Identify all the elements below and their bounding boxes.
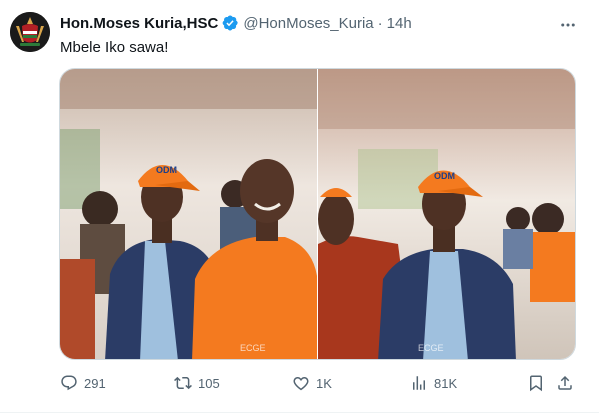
photo-2-watermark: ECGE — [418, 343, 444, 353]
photo-2-image: ODM ECGE — [318, 69, 575, 359]
tweet-header: Hon.Moses Kuria,HSC @HonMoses_Kuria · 14… — [60, 14, 412, 32]
tweet-card[interactable]: Hon.Moses Kuria,HSC @HonMoses_Kuria · 14… — [0, 0, 599, 416]
repost-count: 105 — [198, 375, 220, 391]
separator-dot: · — [377, 14, 383, 32]
like-count: 1K — [316, 375, 332, 391]
repost-button[interactable]: 105 — [174, 371, 220, 395]
verified-badge-icon — [222, 15, 239, 31]
bookmark-icon — [530, 375, 542, 392]
views-count: 81K — [434, 375, 458, 391]
views-button[interactable]: 81K — [410, 371, 457, 395]
photo-2[interactable]: ODM ECGE — [318, 69, 575, 359]
more-options-button[interactable] — [557, 14, 579, 36]
share-icon — [558, 375, 572, 390]
action-bar: 291 105 1K 81K — [60, 371, 580, 395]
author-display-name[interactable]: Hon.Moses Kuria,HSC — [60, 15, 218, 32]
repost-icon — [174, 376, 192, 390]
views-chart-icon — [413, 376, 425, 390]
tweet-timestamp[interactable]: 14h — [387, 15, 412, 32]
bookmark-button[interactable] — [527, 371, 545, 395]
photo-2-cap-text: ODM — [434, 171, 455, 181]
reply-count: 291 — [84, 375, 106, 391]
reply-button[interactable]: 291 — [60, 371, 106, 395]
author-handle[interactable]: @HonMoses_Kuria — [243, 15, 373, 32]
divider — [0, 412, 599, 413]
avatar[interactable] — [10, 12, 50, 52]
more-horizontal-icon — [561, 23, 575, 27]
media-grid: ODM ECGE ODM ECGE — [59, 68, 576, 360]
heart-icon — [293, 376, 309, 391]
like-button[interactable]: 1K — [292, 371, 332, 395]
photo-1[interactable]: ODM ECGE — [60, 69, 317, 359]
share-button[interactable] — [556, 371, 574, 395]
tweet-text: Mbele Iko sawa! — [60, 39, 169, 56]
reply-icon — [61, 375, 77, 391]
photo-1-image: ODM ECGE — [60, 69, 317, 359]
photo-1-cap-text: ODM — [156, 165, 177, 175]
photo-1-watermark: ECGE — [240, 343, 266, 353]
coat-of-arms-icon — [10, 12, 50, 52]
